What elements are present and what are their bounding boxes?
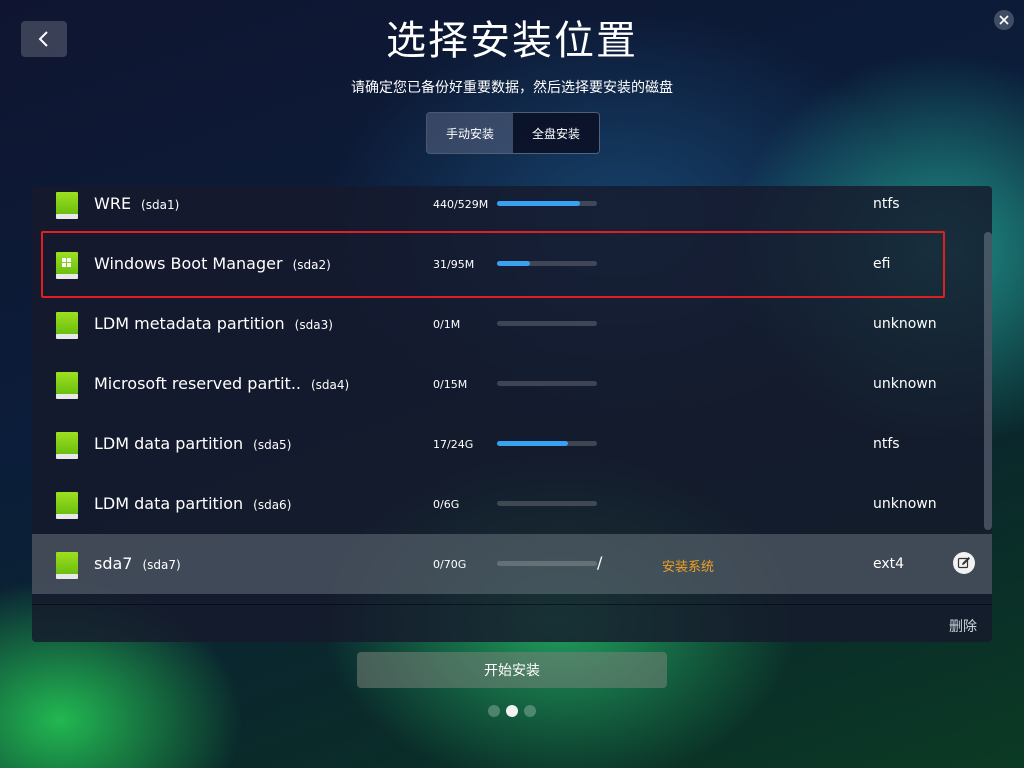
- partition-row[interactable]: LDM data partition (sda6) 0/6G unknown: [32, 474, 992, 534]
- disk-icon: [56, 552, 78, 579]
- partition-usage: 0/6G: [433, 498, 460, 511]
- usage-bar: [497, 561, 597, 566]
- partition-name: LDM metadata partition (sda3): [94, 314, 333, 333]
- partition-name: Windows Boot Manager (sda2): [94, 254, 331, 273]
- page-indicator: [488, 705, 536, 717]
- usage-bar: [497, 501, 597, 506]
- partition-device: (sda2): [292, 258, 331, 272]
- partition-usage: 0/70G: [433, 558, 467, 571]
- partition-row[interactable]: WRE (sda1) 440/529M ntfs: [32, 186, 992, 234]
- disk-icon: [56, 192, 78, 219]
- usage-bar: [497, 441, 597, 446]
- usage-bar-fill: [497, 441, 568, 446]
- partition-name: LDM data partition (sda5): [94, 434, 292, 453]
- partition-name: sda7 (sda7): [94, 554, 181, 573]
- mount-point: /: [597, 553, 603, 572]
- page-subtitle: 请确定您已备份好重要数据，然后选择要安装的磁盘: [351, 80, 673, 96]
- partition-filesystem: ntfs: [873, 196, 900, 212]
- partition-row[interactable]: Windows Boot Manager (sda2) 31/95M efi: [32, 234, 992, 294]
- partition-list[interactable]: WRE (sda1) 440/529M ntfs Windows Boot Man…: [32, 186, 992, 604]
- disk-icon: [56, 372, 78, 399]
- install-target-label: 安装系统: [662, 560, 715, 575]
- partition-usage: 31/95M: [433, 258, 475, 271]
- partition-usage: 0/1M: [433, 318, 461, 331]
- page-dot[interactable]: [524, 705, 536, 717]
- tab-full-disk-install[interactable]: 全盘安装: [513, 113, 599, 153]
- partition-device: (sda6): [253, 498, 292, 512]
- tab-manual-install[interactable]: 手动安装: [427, 113, 513, 153]
- partition-name: LDM data partition (sda6): [94, 494, 292, 513]
- usage-bar: [497, 381, 597, 386]
- partition-usage: 17/24G: [433, 438, 474, 451]
- list-divider: [32, 604, 992, 605]
- partition-filesystem: unknown: [873, 376, 937, 392]
- partition-filesystem: unknown: [873, 496, 937, 512]
- partition-row[interactable]: Microsoft reserved partit.. (sda4) 0/15M …: [32, 354, 992, 414]
- windows-logo-icon: [62, 258, 72, 268]
- disk-icon: [56, 252, 78, 279]
- start-install-button[interactable]: 开始安装: [357, 652, 667, 688]
- list-scrollbar[interactable]: [984, 232, 992, 530]
- install-mode-tabs: 手动安装 全盘安装: [426, 112, 600, 154]
- partition-device: (sda3): [294, 318, 333, 332]
- partition-row-selected[interactable]: sda7 (sda7) 0/70G / 安装系统 ext4: [32, 534, 992, 594]
- partition-device: (sda1): [141, 198, 180, 212]
- partition-list-panel: WRE (sda1) 440/529M ntfs Windows Boot Man…: [32, 186, 992, 642]
- disk-icon: [56, 312, 78, 339]
- usage-bar-fill: [497, 261, 530, 266]
- delete-button[interactable]: 删除: [949, 616, 977, 636]
- partition-filesystem: unknown: [873, 316, 937, 332]
- partition-row[interactable]: LDM data partition (sda5) 17/24G ntfs: [32, 414, 992, 474]
- partition-usage: 0/15M: [433, 378, 468, 391]
- partition-filesystem: ext4: [873, 556, 905, 572]
- edit-icon: [957, 557, 970, 569]
- disk-icon: [56, 492, 78, 519]
- disk-icon: [56, 432, 78, 459]
- usage-bar: [497, 201, 597, 206]
- usage-bar-fill: [497, 201, 580, 206]
- edit-partition-button[interactable]: [953, 552, 975, 574]
- page-title: 选择安装位置: [386, 18, 638, 64]
- partition-row[interactable]: LDM metadata partition (sda3) 0/1M unknow…: [32, 294, 992, 354]
- usage-bar: [497, 321, 597, 326]
- partition-name: WRE (sda1): [94, 194, 180, 213]
- page-dot-active[interactable]: [506, 705, 518, 717]
- partition-filesystem: efi: [873, 256, 891, 272]
- usage-bar: [497, 261, 597, 266]
- partition-filesystem: ntfs: [873, 436, 900, 452]
- partition-device: (sda7): [142, 558, 181, 572]
- page-dot[interactable]: [488, 705, 500, 717]
- partition-device: (sda4): [310, 378, 350, 392]
- partition-name: Microsoft reserved partit.. (sda4): [94, 374, 350, 393]
- partition-usage: 440/529M: [433, 198, 489, 211]
- partition-device: (sda5): [253, 438, 292, 452]
